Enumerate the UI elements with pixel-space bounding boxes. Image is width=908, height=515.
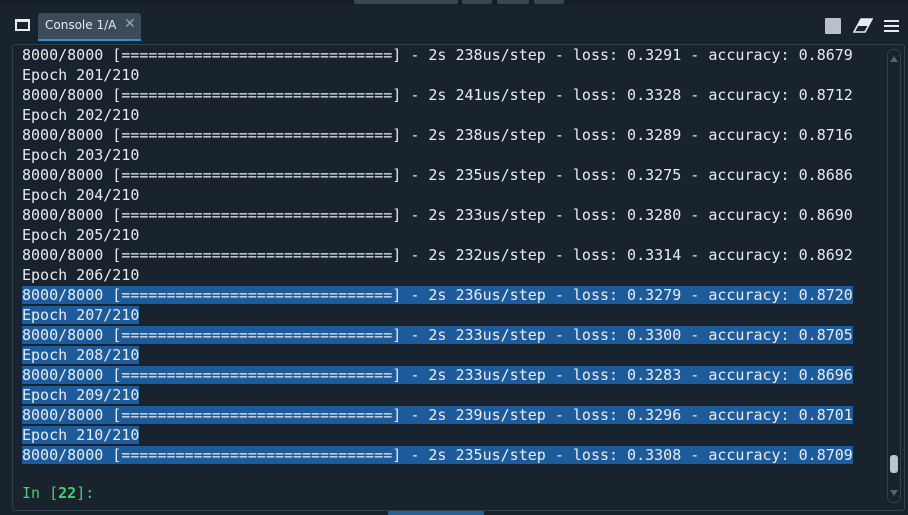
output-line-text: 8000/8000 [=============================… [22,166,853,184]
output-line[interactable]: Epoch 205/210 [22,225,882,245]
output-line[interactable]: 8000/8000 [=============================… [22,405,882,425]
output-line[interactable]: 8000/8000 [=============================… [22,285,882,305]
output-line[interactable]: Epoch 202/210 [22,105,882,125]
prompt-suffix: ]: [76,484,95,502]
output-line[interactable]: 8000/8000 [=============================… [22,365,882,385]
output-line-text: Epoch 202/210 [22,106,140,124]
output-line-text: Epoch 207/210 [22,306,140,324]
scroll-down-arrow-icon[interactable] [890,490,898,496]
output-line-text: 8000/8000 [=============================… [22,406,853,424]
output-line-text: 8000/8000 [=============================… [22,326,853,344]
tab-label: Console 1/A [45,18,117,32]
console-tab-bar: Console 1/A ✕ [0,5,908,42]
output-line[interactable]: 8000/8000 [=============================… [22,445,882,465]
output-line-text: 8000/8000 [=============================… [22,46,853,64]
output-line[interactable]: 8000/8000 [=============================… [22,45,882,65]
output-line[interactable]: 8000/8000 [=============================… [22,325,882,345]
output-line[interactable]: Epoch 207/210 [22,305,882,325]
output-line-text: Epoch 210/210 [22,426,140,444]
vertical-scrollbar[interactable] [887,49,901,503]
output-line-text: Epoch 201/210 [22,66,140,84]
console-output[interactable]: 8000/8000 [=============================… [22,45,882,465]
top-tab-4[interactable] [534,0,564,4]
scroll-thumb[interactable] [890,455,898,473]
output-line[interactable]: Epoch 204/210 [22,185,882,205]
output-line[interactable]: 8000/8000 [=============================… [22,165,882,185]
output-line-text: Epoch 206/210 [22,266,140,284]
bottom-tab-indicator [388,511,484,515]
output-line-text: 8000/8000 [=============================… [22,286,853,304]
close-icon[interactable]: ✕ [124,16,136,32]
output-line-text: Epoch 204/210 [22,186,140,204]
output-line-text: 8000/8000 [=============================… [22,446,853,464]
output-line-text: Epoch 208/210 [22,346,140,364]
tab-console-1a[interactable]: Console 1/A ✕ [38,13,141,41]
output-line-text: Epoch 205/210 [22,226,140,244]
output-line[interactable]: 8000/8000 [=============================… [22,85,882,105]
output-line[interactable]: Epoch 209/210 [22,385,882,405]
output-line[interactable]: 8000/8000 [=============================… [22,125,882,145]
output-line[interactable]: Epoch 201/210 [22,65,882,85]
output-line-text: Epoch 209/210 [22,386,140,404]
prompt-number: 22 [58,484,77,502]
input-prompt[interactable]: In [22]: [22,483,94,503]
eraser-icon[interactable] [853,18,873,34]
prompt-prefix: In [ [22,484,59,502]
console-panel[interactable]: 8000/8000 [=============================… [12,44,905,511]
output-line[interactable]: Epoch 206/210 [22,265,882,285]
top-tab-3[interactable] [497,0,529,4]
output-line-text: 8000/8000 [=============================… [22,126,853,144]
output-line[interactable]: Epoch 208/210 [22,345,882,365]
output-line-text: 8000/8000 [=============================… [22,206,853,224]
hamburger-menu-icon[interactable] [884,20,899,33]
scroll-up-arrow-icon[interactable] [890,56,898,62]
output-line-text: Epoch 203/210 [22,146,140,164]
output-line-text: 8000/8000 [=============================… [22,366,853,384]
output-line-text: 8000/8000 [=============================… [22,246,853,264]
output-line[interactable]: Epoch 210/210 [22,425,882,445]
output-line[interactable]: Epoch 203/210 [22,145,882,165]
stop-icon[interactable] [825,18,841,34]
output-line[interactable]: 8000/8000 [=============================… [22,205,882,225]
top-tab-1[interactable] [354,0,458,4]
output-line-text: 8000/8000 [=============================… [22,86,853,104]
output-line[interactable]: 8000/8000 [=============================… [22,245,882,265]
window-icon[interactable] [15,19,30,31]
top-tab-2[interactable] [462,0,492,4]
